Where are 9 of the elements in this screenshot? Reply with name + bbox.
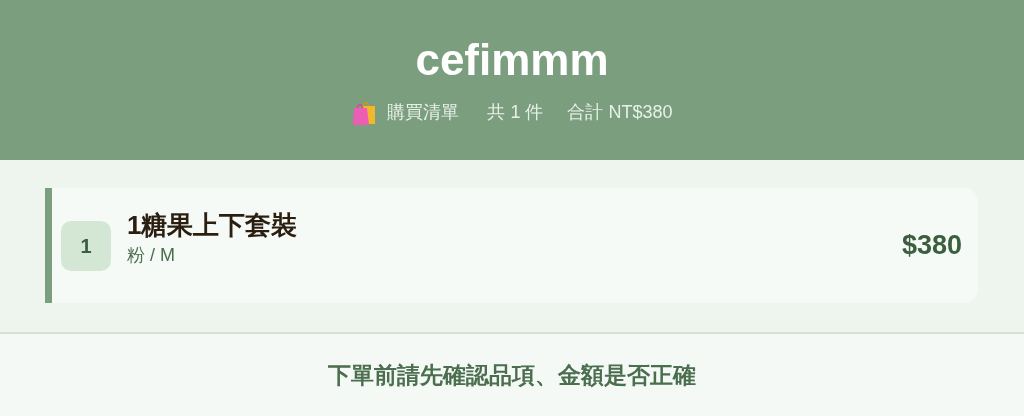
item-variant: 粉 / M [127, 243, 176, 267]
total-amount: 合計 NT$380 [567, 100, 673, 124]
footer-note: 下單前請先確認品項、金額是否正確 [328, 360, 696, 390]
item-price: $380 [901, 229, 962, 263]
list-label: 購買清單 [387, 100, 460, 124]
item-count: 共 1 件 [487, 100, 544, 124]
shop-title: cefimmm [415, 38, 609, 82]
item-name: 1糖果上下套裝 [127, 210, 299, 242]
item-number: 1 [61, 220, 111, 271]
